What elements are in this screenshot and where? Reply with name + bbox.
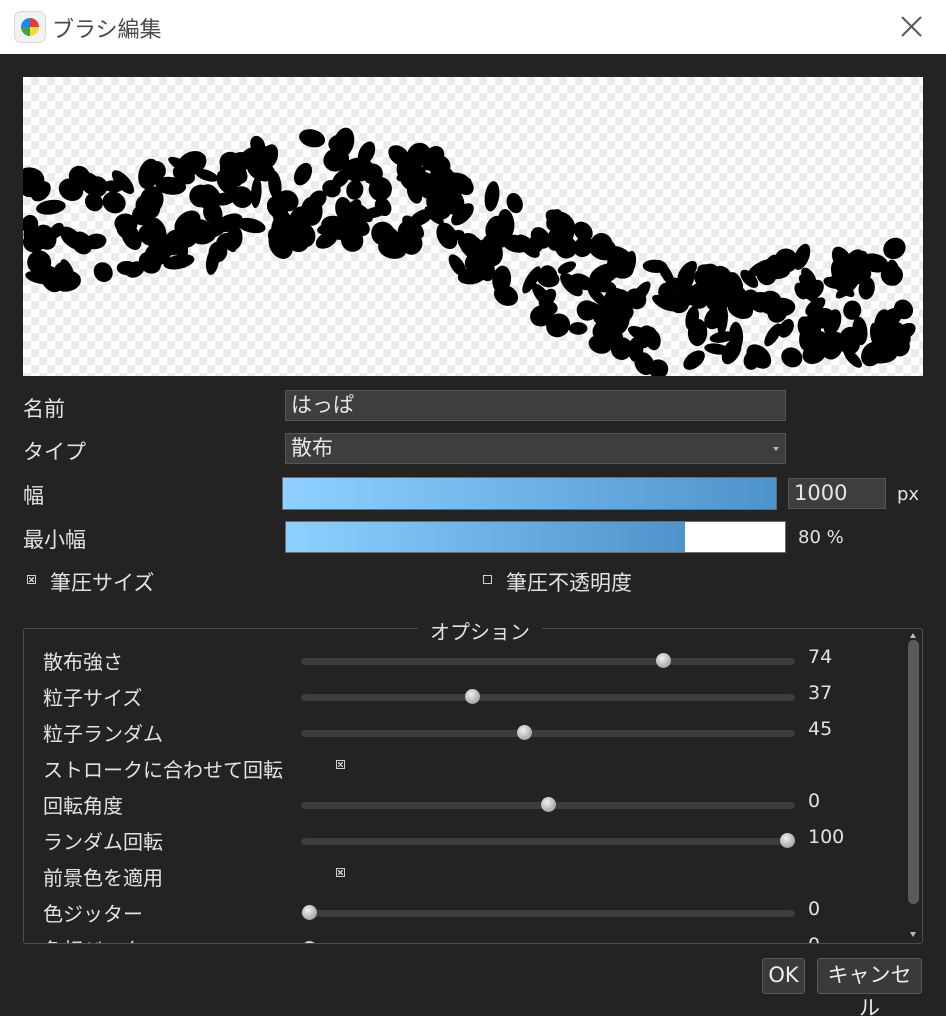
close-icon	[901, 16, 922, 37]
type-select[interactable]: 散布	[285, 433, 786, 464]
brush-preview	[23, 77, 923, 376]
options-title: オプション	[418, 616, 542, 645]
scrollbar-thumb[interactable]	[908, 640, 919, 904]
option-label: 粒子サイズ	[43, 686, 143, 710]
chevron-down-icon	[773, 447, 779, 451]
brush-stroke-preview	[23, 127, 916, 376]
pressure-size-checkbox[interactable]	[27, 575, 36, 584]
name-input[interactable]: はっぱ	[285, 390, 786, 421]
type-select-value: 散布	[291, 436, 333, 460]
option-label: 回転角度	[43, 794, 123, 818]
slider-knob[interactable]	[780, 833, 795, 848]
slider-knob[interactable]	[541, 797, 556, 812]
option-value: 0	[808, 898, 821, 920]
option-slider[interactable]	[301, 653, 795, 668]
min-width-label: 最小幅	[23, 528, 86, 552]
options-group: 散布強さ 74 粒子サイズ 37 粒子ランダム 45 ストロークに合わせて回転 回転角度 0 ラン…	[23, 628, 923, 944]
option-label: 色相ジッタ	[43, 934, 143, 943]
option-value: 0	[808, 934, 820, 943]
option-label: 粒子ランダム	[43, 722, 163, 746]
leaf-particle	[568, 322, 588, 335]
slider-knob[interactable]	[464, 689, 480, 704]
leaf-particle	[93, 262, 113, 282]
option-checkbox[interactable]	[336, 868, 345, 877]
pressure-size-label: 筆圧サイズ	[50, 571, 155, 595]
option-row: 色ジッター 0	[24, 894, 904, 930]
min-width-slider-fill	[286, 522, 686, 552]
leaf-particle	[346, 180, 364, 200]
leaf-particle	[293, 162, 313, 186]
name-label: 名前	[23, 397, 65, 421]
slider-knob[interactable]	[302, 905, 317, 920]
slider-knob[interactable]	[517, 725, 533, 740]
ok-button[interactable]: OK	[762, 958, 805, 994]
option-row: 前景色を適用	[24, 858, 904, 894]
scroll-down-icon[interactable]	[906, 930, 920, 940]
color-wheel-icon	[14, 11, 46, 43]
min-width-slider[interactable]	[285, 521, 786, 553]
options-scrollbar[interactable]	[906, 630, 920, 942]
title-bar: ブラシ編集	[0, 0, 946, 54]
option-slider[interactable]	[301, 905, 795, 920]
option-row: 回転角度 0	[24, 786, 904, 822]
option-row: 粒子ランダム 45	[24, 714, 904, 750]
width-label: 幅	[23, 484, 44, 508]
option-label: ストロークに合わせて回転	[43, 758, 283, 782]
option-slider[interactable]	[301, 797, 795, 812]
option-label: 前景色を適用	[43, 866, 163, 890]
pressure-opacity-checkbox[interactable]	[483, 575, 492, 584]
option-value: 100	[808, 826, 845, 848]
option-label: ランダム回転	[43, 830, 163, 854]
width-unit: px	[897, 484, 920, 505]
window-title: ブラシ編集	[52, 18, 162, 43]
width-input[interactable]: 1000	[788, 478, 886, 509]
scroll-up-icon[interactable]	[906, 630, 920, 640]
close-button[interactable]	[892, 10, 928, 44]
cancel-button[interactable]: キャンセル	[817, 958, 922, 1020]
option-value: 45	[808, 718, 833, 740]
option-row: ランダム回転 100	[24, 822, 904, 858]
leaf-particle	[683, 350, 705, 370]
leaf-particle	[299, 129, 326, 148]
brush-edit-dialog: ブラシ編集 名前 はっぱ タイプ 散布 幅 1000 px 最小幅 80 % 筆…	[0, 0, 946, 1020]
option-slider[interactable]	[301, 833, 795, 848]
option-row: 色相ジッタ 0	[24, 930, 904, 943]
pressure-opacity-label: 筆圧不透明度	[506, 571, 632, 595]
option-slider[interactable]	[301, 689, 795, 704]
option-label: 色ジッター	[43, 902, 143, 926]
option-row: 粒子サイズ 37	[24, 678, 904, 714]
option-value: 74	[808, 646, 833, 668]
width-slider[interactable]	[282, 477, 777, 510]
type-label: タイプ	[23, 440, 86, 464]
slider-knob[interactable]	[302, 941, 317, 943]
option-slider[interactable]	[301, 725, 795, 740]
option-value: 0	[808, 790, 821, 812]
leaf-particle	[484, 181, 500, 212]
option-row: ストロークに合わせて回転	[24, 750, 904, 786]
option-row: 散布強さ 74	[24, 642, 904, 678]
option-checkbox[interactable]	[336, 760, 345, 769]
option-value: 37	[808, 682, 833, 704]
slider-knob[interactable]	[655, 653, 671, 668]
leaf-particle	[250, 176, 262, 209]
option-label: 散布強さ	[43, 650, 123, 674]
min-width-value: 80 %	[798, 527, 844, 548]
width-slider-fill	[283, 478, 776, 509]
